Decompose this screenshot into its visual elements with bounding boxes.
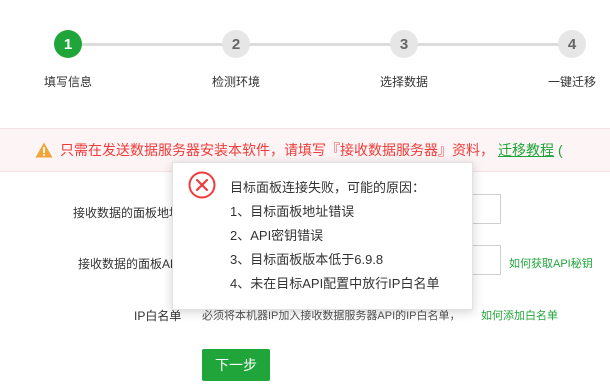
step-4-indicator: 4	[558, 30, 586, 58]
step-3-label: 选择数据	[380, 75, 429, 89]
step-1-label: 填写信息	[44, 75, 93, 89]
banner-tail: (	[558, 142, 563, 158]
get-api-key-link[interactable]: 如何获取API秘钥	[509, 255, 593, 271]
add-whitelist-link[interactable]: 如何添加白名单	[481, 307, 558, 323]
step-number: 3	[399, 35, 409, 53]
step-3-indicator: 3	[390, 30, 418, 58]
connection-error-popup: 目标面板连接失败，可能的原因： 1、目标面板地址错误 2、API密钥错误 3、目…	[172, 162, 473, 310]
step-2-label: 检测环境	[212, 75, 261, 89]
step-2-indicator: 2	[222, 30, 250, 58]
error-circle-icon	[188, 171, 216, 199]
next-step-button[interactable]: 下一步	[202, 349, 270, 381]
popup-reason-2: 2、API密钥错误	[230, 228, 324, 243]
popup-reason-1: 1、目标面板地址错误	[230, 204, 355, 219]
popup-reason-3: 3、目标面板版本低于6.9.8	[230, 252, 384, 267]
step-number: 1	[63, 35, 73, 53]
popup-title: 目标面板连接失败，可能的原因：	[230, 180, 426, 195]
step-number: 4	[567, 35, 577, 53]
migration-tutorial-link[interactable]: 迁移教程	[498, 140, 554, 160]
warning-icon	[35, 142, 53, 158]
step-number: 2	[231, 35, 241, 53]
stepper-track	[68, 43, 572, 46]
popup-reason-4: 4、未在目标API配置中放行IP白名单	[230, 276, 440, 291]
panel-address-label: 接收数据的面板地址	[73, 206, 182, 220]
step-4-label: 一键迁移	[548, 75, 597, 89]
step-1-indicator: 1	[54, 30, 82, 58]
banner-text: 只需在发送数据服务器安装本软件，请填写『接收数据服务器』资料，	[60, 142, 494, 158]
